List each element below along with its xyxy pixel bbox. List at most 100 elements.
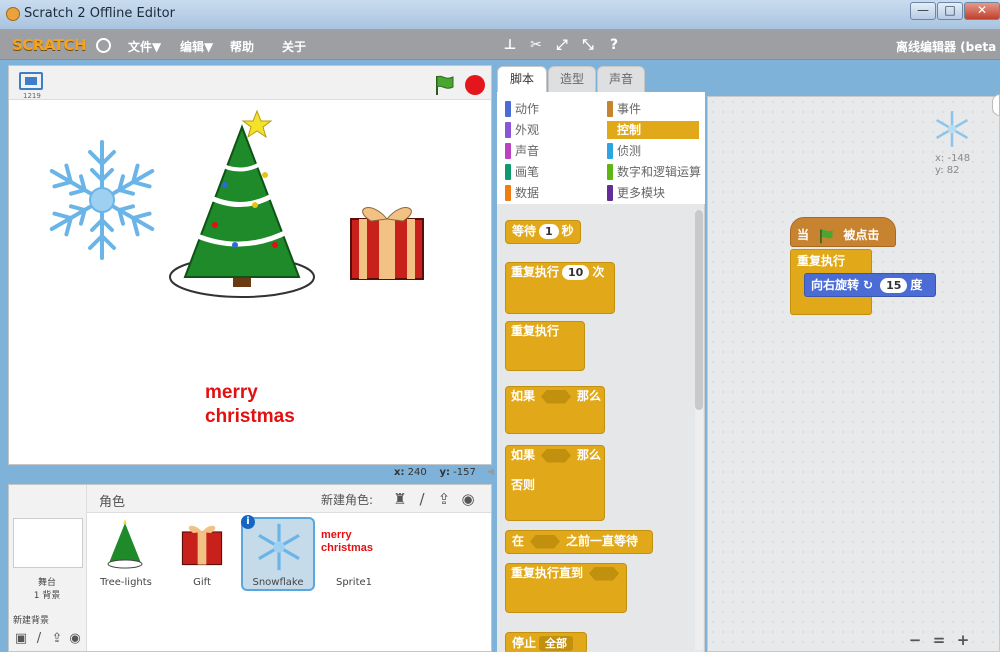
menu-about[interactable]: 关于 — [282, 38, 306, 55]
category-looks[interactable]: 外观 — [505, 121, 597, 139]
shrink-icon[interactable]: ⤡ — [580, 37, 596, 53]
green-flag-icon[interactable] — [433, 74, 455, 96]
hat-green-flag-icon — [820, 228, 833, 243]
y-label: y: — [439, 467, 450, 478]
stage-backdrop-count: 1 背景 — [33, 591, 61, 601]
stage-canvas[interactable]: merry christmas — [9, 101, 491, 464]
block-wait-until[interactable]: 在之前一直等待 — [505, 530, 653, 554]
category-sensing[interactable]: 侦测 — [607, 142, 699, 160]
merry-line-1: merry — [205, 382, 258, 403]
category-control[interactable]: 控制 — [607, 121, 699, 139]
category-more-blocks[interactable]: 更多模块 — [607, 184, 699, 202]
category-motion[interactable]: 动作 — [505, 100, 597, 118]
offline-editor-label: 离线编辑器 (beta — [896, 40, 997, 54]
category-pen[interactable]: 画笔 — [505, 163, 597, 181]
paint-sprite-icon[interactable]: / — [413, 490, 431, 508]
y-value: -157 — [453, 467, 476, 478]
sprite-position: x: -148 y: 82 — [935, 153, 970, 177]
presentation-mode-icon[interactable] — [19, 72, 43, 90]
sprite1-thumb-line2: christmas — [321, 542, 373, 554]
new-sprite-label: 新建角色: — [321, 493, 374, 507]
minimize-button[interactable]: — — [910, 2, 936, 20]
sprite-x: x: -148 — [935, 153, 971, 164]
menu-bar: SCRATCH 文件▼ 编辑▼ 帮助 关于 ⊥ ✂ ⤢ ⤡ ? 离线编辑器 (b… — [0, 30, 1000, 60]
category-data[interactable]: 数据 — [505, 184, 597, 202]
zoom-out-icon[interactable]: − — [906, 631, 924, 649]
category-operators[interactable]: 数字和逻辑运算 — [607, 163, 705, 181]
sprites-panel: 舞台 1 背景 新建背景 ▣ / ⇪ ◉ 角色 新建角色: ♜ / ⇪ ◉ Tr… — [8, 484, 492, 652]
menu-file[interactable]: 文件▼ — [128, 38, 161, 55]
turn-right-block[interactable]: 向右旋转 ↻ 15 度 — [804, 273, 936, 297]
duplicate-stamp-icon[interactable]: ⊥ — [502, 37, 518, 53]
tab-sounds[interactable]: 声音 — [597, 66, 645, 92]
sprite-name-snowflake: Snowflake — [252, 577, 304, 588]
stage-label: 舞台 — [37, 578, 56, 588]
menu-edit[interactable]: 编辑▼ — [180, 38, 213, 55]
camera-backdrop-icon[interactable]: ◉ — [67, 631, 83, 647]
stage-panel: 1219 merry christmas — [8, 65, 492, 465]
category-events[interactable]: 事件 — [607, 100, 699, 118]
block-categories: 动作 事件 外观 控制 声音 侦测 画笔 数字和逻辑运算 数据 更多模块 — [497, 92, 705, 204]
scripts-area[interactable]: x: -148 y: 82 当 被点击 重复执行 向右旋转 ↻ 15 度 − = + — [707, 96, 1000, 652]
sprite-name-sprite1: Sprite1 — [335, 577, 373, 588]
when-flag-clicked-block[interactable]: 当 被点击 — [790, 217, 896, 247]
zoom-reset-icon[interactable]: = — [930, 631, 948, 649]
gift-sprite[interactable] — [341, 199, 433, 287]
snowflake-thumbnail-icon — [258, 523, 300, 571]
close-button[interactable]: ✕ — [964, 2, 1000, 20]
stage-column: 舞台 1 背景 新建背景 ▣ / ⇪ ◉ — [9, 485, 87, 651]
app-icon — [6, 7, 20, 21]
sprite-name-gift: Gift — [193, 577, 211, 588]
merry-line-2: christmas — [205, 406, 295, 427]
block-wait[interactable]: 等待 1 秒 — [505, 220, 581, 244]
stage-thumbnail[interactable] — [13, 518, 83, 568]
control-blocks-list: 等待 1 秒 重复执行 10 次 重复执行 如果 那么 如果 那么 否则 在之前一直等待 重… — [497, 208, 705, 652]
block-repeat-label: 重复执行 10 次 — [511, 265, 605, 280]
merry-christmas-sprite[interactable]: merry christmas — [205, 381, 295, 429]
sprite-info-icon[interactable]: i — [241, 515, 255, 529]
maximize-button[interactable]: □ — [937, 2, 963, 20]
language-globe-icon[interactable] — [96, 38, 111, 53]
mouse-coordinates: x: 240 y: -157 — [394, 467, 476, 478]
camera-sprite-icon[interactable]: ◉ — [459, 490, 477, 508]
palette-scrollbar[interactable] — [695, 210, 703, 650]
sprite-name-tree-lights: Tree-lights — [100, 577, 152, 588]
window-title: Scratch 2 Offline Editor — [24, 6, 175, 21]
paint-backdrop-icon[interactable]: / — [31, 631, 47, 647]
grow-icon[interactable]: ⤢ — [554, 37, 570, 53]
stop-sign-icon[interactable] — [465, 75, 485, 95]
sprites-header: 角色 新建角色: ♜ / ⇪ ◉ — [87, 485, 491, 513]
backdrop-library-icon[interactable]: ▣ — [13, 631, 29, 647]
block-if-label: 如果 那么 — [511, 389, 602, 404]
tab-scripts[interactable]: 脚本 — [497, 66, 547, 92]
sprite-library-icon[interactable]: ♜ — [391, 490, 409, 508]
block-help-icon[interactable]: ? — [606, 37, 622, 53]
x-value: 240 — [407, 467, 427, 478]
tab-costumes[interactable]: 造型 — [548, 66, 596, 92]
tree-thumbnail-icon — [107, 519, 143, 569]
block-palette: 动作 事件 外观 控制 声音 侦测 画笔 数字和逻辑运算 数据 更多模块 等待 1… — [497, 92, 705, 652]
sprite1-thumb-line1: merry — [321, 529, 352, 541]
menu-help[interactable]: 帮助 — [230, 38, 254, 55]
upload-backdrop-icon[interactable]: ⇪ — [49, 631, 65, 647]
new-backdrop-label: 新建背景 — [13, 616, 50, 626]
block-if-else-label: 如果 那么 — [511, 448, 602, 463]
collapse-stage-icon[interactable]: ◀ — [487, 467, 497, 479]
block-stop[interactable]: 停止 全部 — [505, 632, 587, 652]
current-sprite-snowflake-icon — [935, 111, 969, 147]
christmas-tree-sprite[interactable] — [165, 105, 319, 305]
block-forever-label: 重复执行 — [511, 324, 560, 338]
block-else-label: 否则 — [511, 478, 536, 492]
delete-cut-icon[interactable]: ✂ — [528, 37, 544, 53]
scripts-edge-handle — [992, 94, 1000, 116]
zoom-in-icon[interactable]: + — [954, 631, 972, 649]
scratch-logo[interactable]: SCRATCH — [12, 36, 87, 54]
stage-mode-number: 1219 — [23, 92, 41, 100]
upload-sprite-icon[interactable]: ⇪ — [435, 490, 453, 508]
category-sound[interactable]: 声音 — [505, 142, 597, 160]
sprite-y: y: 82 — [935, 165, 960, 176]
snowflake-sprite[interactable] — [37, 135, 167, 265]
block-repeat-until-label: 重复执行直到 — [505, 563, 627, 585]
x-label: x: — [394, 467, 405, 478]
palette-scrollbar-thumb[interactable] — [695, 210, 703, 410]
